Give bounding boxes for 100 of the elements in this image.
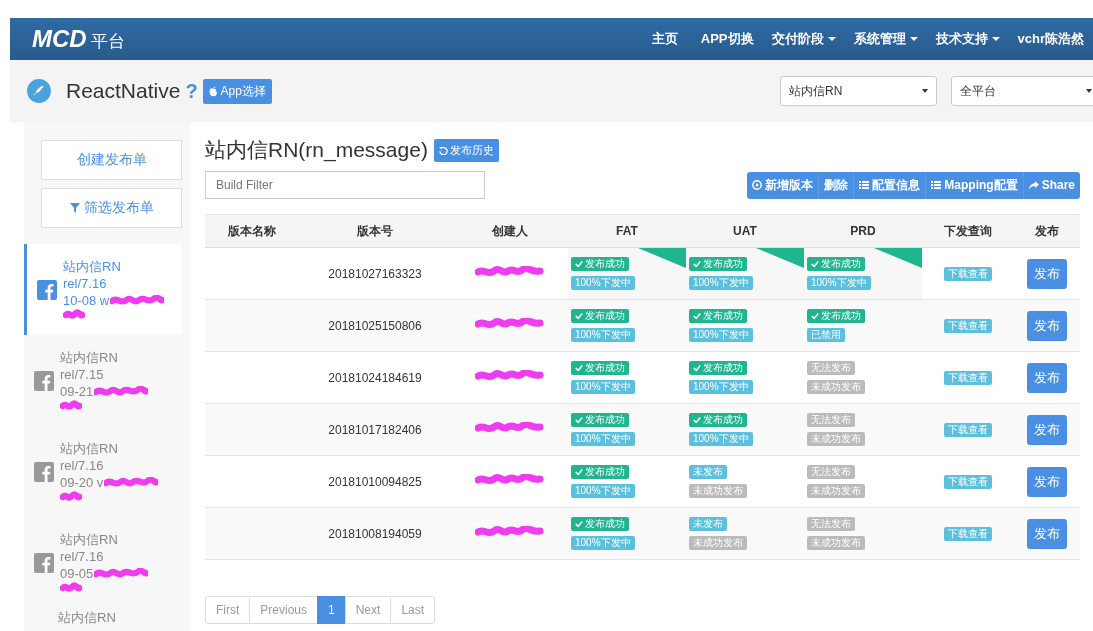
status-badge: 发布成功: [807, 257, 865, 271]
publish-button[interactable]: 发布: [1027, 414, 1067, 445]
check-icon: [693, 312, 701, 320]
status-badge: 100%下发中: [571, 276, 635, 290]
status-badge: 无法发布: [807, 517, 855, 531]
pagination-button[interactable]: Previous: [249, 596, 318, 624]
facebook-icon: [34, 461, 54, 482]
status-badge: 未成功发布: [807, 536, 865, 550]
pagination-button[interactable]: 1: [317, 596, 346, 624]
status-badge: 发布成功: [571, 309, 629, 323]
release-name: 站内信RN: [58, 608, 116, 627]
logo-suffix: 平台: [90, 31, 125, 53]
facebook-icon: [37, 279, 57, 300]
status-badge: 未成功发布: [807, 432, 865, 446]
redaction-scribble: [110, 294, 165, 307]
column-header: FAT: [568, 214, 686, 248]
redaction-scribble: [474, 318, 545, 330]
status-badge: 100%下发中: [689, 380, 753, 394]
status-badge: 未成功发布: [807, 380, 865, 394]
publish-button[interactable]: 发布: [1027, 466, 1067, 497]
column-header: 版本号: [299, 214, 451, 248]
download-link[interactable]: 下载查看: [944, 371, 992, 385]
check-icon: [693, 364, 701, 372]
redaction-scribble: [104, 476, 159, 489]
play-icon: [752, 180, 763, 190]
select-dropdown[interactable]: 站内信RN: [780, 76, 937, 106]
nav-link[interactable]: 交付阶段: [762, 30, 845, 48]
caret-icon: [827, 37, 836, 41]
table-cell: 20181017182406: [299, 403, 451, 456]
select-dropdown[interactable]: 全平台: [951, 76, 1093, 106]
release-branch: rel/7.16: [60, 457, 105, 474]
list-icon: [931, 180, 942, 190]
publish-button[interactable]: 发布: [1027, 518, 1067, 549]
download-link[interactable]: 下载查看: [944, 423, 992, 437]
sidebar-button[interactable]: 创建发布单: [41, 140, 182, 180]
nav-link[interactable]: 系统管理: [844, 30, 927, 48]
table-cell: 20181025150806: [299, 299, 451, 352]
status-badge: 发布成功: [571, 465, 629, 479]
table-cell: 20181010094825: [299, 455, 451, 508]
status-badge: 未成功发布: [689, 484, 747, 498]
toolbar-button[interactable]: 删除: [819, 171, 855, 199]
release-branch: rel/7.15: [60, 366, 105, 383]
status-badge: 无法发布: [807, 413, 855, 427]
nav-link[interactable]: APP切换: [691, 30, 763, 48]
history-button[interactable]: 发布历史: [433, 138, 499, 162]
download-link[interactable]: 下载查看: [944, 319, 992, 333]
sidebar-button[interactable]: 筛选发布单: [41, 188, 182, 228]
app-select-button[interactable]: App选择: [202, 78, 272, 104]
release-item[interactable]: 站内信RN rel/7.16 09-20 v: [24, 426, 182, 517]
redaction-scribble: [60, 582, 82, 594]
pagination-button[interactable]: Last: [390, 596, 436, 624]
status-badge: 100%下发中: [689, 328, 753, 342]
download-link[interactable]: 下载查看: [944, 475, 992, 489]
status-badge: 无法发布: [807, 361, 855, 375]
download-link[interactable]: 下载查看: [944, 267, 992, 281]
status-badge: 100%下发中: [571, 380, 635, 394]
publish-button[interactable]: 发布: [1027, 362, 1067, 393]
history-icon: [438, 145, 448, 155]
toolbar-button[interactable]: 新增版本: [747, 171, 820, 199]
toolbar-button[interactable]: Mapping配置: [926, 171, 1024, 199]
release-name: 站内信RN: [60, 440, 119, 457]
release-branch: rel/7.16: [63, 275, 108, 292]
status-badge: 100%下发中: [689, 276, 753, 290]
publish-button[interactable]: 发布: [1027, 310, 1067, 341]
download-link[interactable]: 下载查看: [944, 527, 992, 541]
pagination-button[interactable]: Next: [344, 596, 392, 624]
facebook-icon: [34, 552, 54, 573]
nav-link[interactable]: 技术支持: [926, 30, 1009, 48]
release-date: 09-21: [60, 383, 94, 400]
pagination-button[interactable]: First: [205, 596, 251, 624]
nav-link[interactable]: 主页: [642, 30, 692, 48]
status-badge: 发布成功: [571, 517, 629, 531]
status-badge: 100%下发中: [807, 276, 871, 290]
release-name: 站内信RN: [63, 258, 122, 275]
nav-link[interactable]: vchr陈浩然: [1008, 30, 1093, 48]
apple-icon: [208, 85, 218, 97]
release-item[interactable]: 站内信RN rel/7.16 09-05: [24, 517, 182, 608]
corner-ribbon: [874, 248, 922, 268]
redaction-scribble: [474, 526, 545, 538]
status-badge: 未发布: [689, 517, 727, 531]
logo[interactable]: MCD: [32, 25, 87, 53]
check-icon: [575, 468, 583, 476]
column-header: PRD: [804, 214, 922, 248]
release-item[interactable]: 站内信RN rel/7.16 10-08 w: [24, 244, 182, 335]
toolbar-button[interactable]: 配置信息: [854, 171, 927, 199]
help-link[interactable]: ?: [185, 79, 198, 103]
column-header: 版本名称: [205, 214, 299, 248]
facebook-icon: [34, 370, 54, 391]
release-name: 站内信RN: [60, 349, 119, 366]
publish-button[interactable]: 发布: [1027, 258, 1067, 289]
filter-icon: [69, 203, 80, 213]
status-badge: 发布成功: [571, 257, 629, 271]
redaction-scribble: [94, 567, 149, 580]
build-filter-field[interactable]: Build Filter: [205, 171, 485, 199]
toolbar-button[interactable]: Share: [1023, 171, 1080, 199]
release-item[interactable]: 站内信RN rel/7.15 09-21: [24, 335, 182, 426]
column-header: UAT: [686, 214, 804, 248]
release-name: 站内信RN: [60, 531, 119, 548]
column-header: 创建人: [451, 214, 568, 248]
status-badge: 100%下发中: [689, 432, 753, 446]
